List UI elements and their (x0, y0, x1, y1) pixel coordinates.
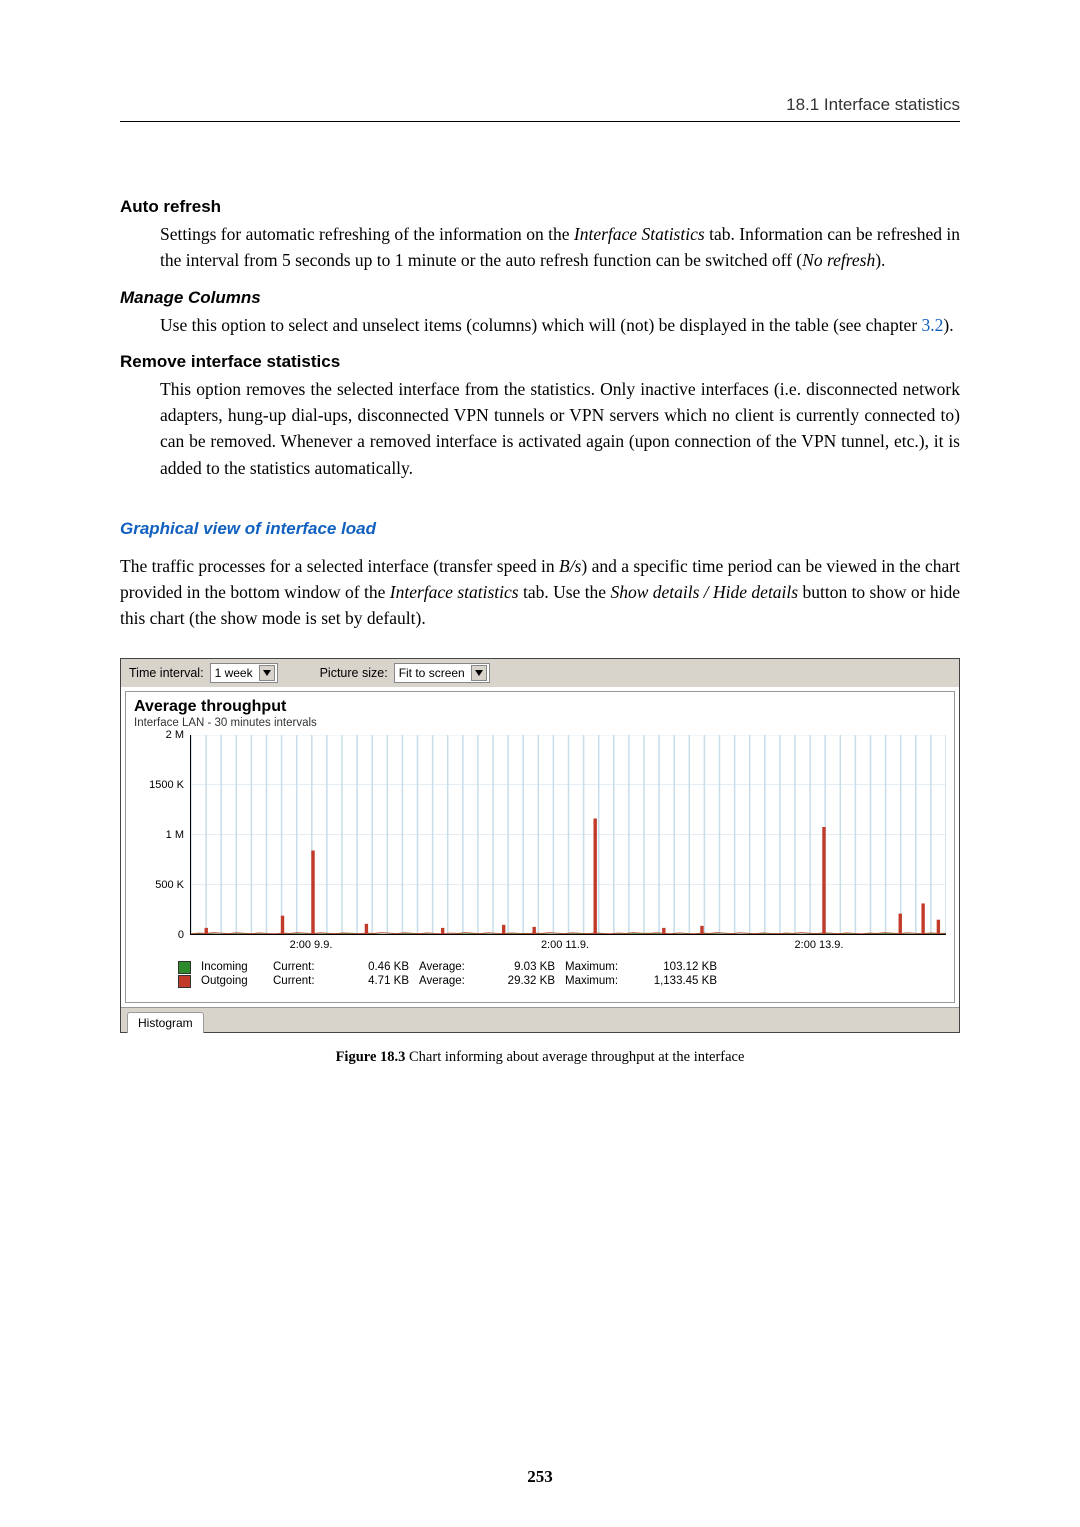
legend-key: Average: (419, 961, 481, 973)
legend-key: Average: (419, 975, 481, 987)
chevron-down-icon (471, 665, 487, 681)
desc-auto-refresh: Settings for automatic refreshing of the… (160, 221, 960, 274)
x-axis-labels: 2:00 9.9. 2:00 11.9. 2:00 13.9. (184, 939, 946, 951)
legend-outgoing: Outgoing Current: 4.71 KB Average: 29.32… (178, 975, 946, 988)
chart-panel: Average throughput Interface LAN - 30 mi… (125, 691, 955, 1003)
legend-value: 9.03 KB (491, 961, 555, 973)
x-tick: 2:00 13.9. (692, 939, 946, 951)
tab-bar: Histogram (121, 1007, 959, 1032)
chart-plot (190, 735, 946, 935)
text: ). (943, 315, 953, 335)
running-header: 18.1 Interface statistics (120, 95, 960, 122)
chart-area: 2 M 1500 K 1 M 500 K 0 (134, 735, 946, 935)
picture-size-label: Picture size: (320, 666, 388, 680)
legend-key: Maximum: (565, 975, 627, 987)
caption-bold: Figure 18.3 (336, 1049, 406, 1065)
figure-caption: Figure 18.3 Chart informing about averag… (120, 1049, 960, 1066)
chart-title: Average throughput (134, 698, 946, 716)
y-tick: 0 (178, 929, 184, 941)
section-heading: Graphical view of interface load (120, 519, 960, 539)
text-italic: No refresh (802, 250, 875, 270)
paragraph: The traffic processes for a selected int… (120, 553, 960, 632)
desc-manage-columns: Use this option to select and unselect i… (160, 312, 960, 338)
text-italic: Interface statistics (390, 582, 519, 602)
text-italic: Interface Statistics (574, 224, 705, 244)
definition-list: Auto refresh Settings for automatic refr… (120, 197, 960, 481)
y-axis-labels: 2 M 1500 K 1 M 500 K 0 (134, 735, 190, 935)
desc-remove-stats: This option removes the selected interfa… (160, 376, 960, 481)
legend-value: 4.71 KB (345, 975, 409, 987)
x-tick: 2:00 11.9. (438, 939, 692, 951)
tab-histogram[interactable]: Histogram (127, 1012, 204, 1033)
legend-label: Incoming (201, 961, 263, 973)
text: Settings for automatic refreshing of the… (160, 224, 574, 244)
term-remove-stats: Remove interface statistics (120, 352, 960, 372)
text: Use this option to select and unselect i… (160, 315, 922, 335)
text-italic: Show details / Hide details (610, 582, 798, 602)
legend-key: Current: (273, 961, 335, 973)
chart-legend: Incoming Current: 0.46 KB Average: 9.03 … (178, 961, 946, 988)
chevron-down-icon (259, 665, 275, 681)
picture-size-select[interactable]: Fit to screen (394, 663, 490, 683)
legend-label: Outgoing (201, 975, 263, 987)
text: The traffic processes for a selected int… (120, 556, 559, 576)
legend-value: 1,133.45 KB (637, 975, 717, 987)
page-number: 253 (0, 1467, 1080, 1487)
y-tick: 2 M (166, 729, 184, 741)
legend-key: Maximum: (565, 961, 627, 973)
legend-swatch-incoming (178, 961, 191, 974)
time-interval-select[interactable]: 1 week (210, 663, 278, 683)
figure-chart-window: Time interval: 1 week Picture size: Fit … (120, 658, 960, 1033)
term-auto-refresh: Auto refresh (120, 197, 960, 217)
chapter-link[interactable]: 3.2 (922, 315, 944, 335)
text: tab. Use the (519, 582, 611, 602)
select-value: 1 week (215, 666, 253, 680)
chart-subtitle: Interface LAN - 30 minutes intervals (134, 717, 946, 729)
legend-value: 29.32 KB (491, 975, 555, 987)
legend-incoming: Incoming Current: 0.46 KB Average: 9.03 … (178, 961, 946, 974)
text: ). (875, 250, 885, 270)
x-tick: 2:00 9.9. (184, 939, 438, 951)
time-interval-label: Time interval: (129, 666, 204, 680)
legend-key: Current: (273, 975, 335, 987)
text-italic: B/s (559, 556, 581, 576)
y-tick: 500 K (155, 879, 184, 891)
legend-value: 103.12 KB (637, 961, 717, 973)
select-value: Fit to screen (399, 666, 465, 680)
term-manage-columns: Manage Columns (120, 288, 960, 308)
chart-toolbar: Time interval: 1 week Picture size: Fit … (121, 659, 959, 687)
legend-value: 0.46 KB (345, 961, 409, 973)
y-tick: 1500 K (149, 779, 184, 791)
legend-swatch-outgoing (178, 975, 191, 988)
caption-text: Chart informing about average throughput… (405, 1049, 744, 1065)
y-tick: 1 M (166, 829, 184, 841)
